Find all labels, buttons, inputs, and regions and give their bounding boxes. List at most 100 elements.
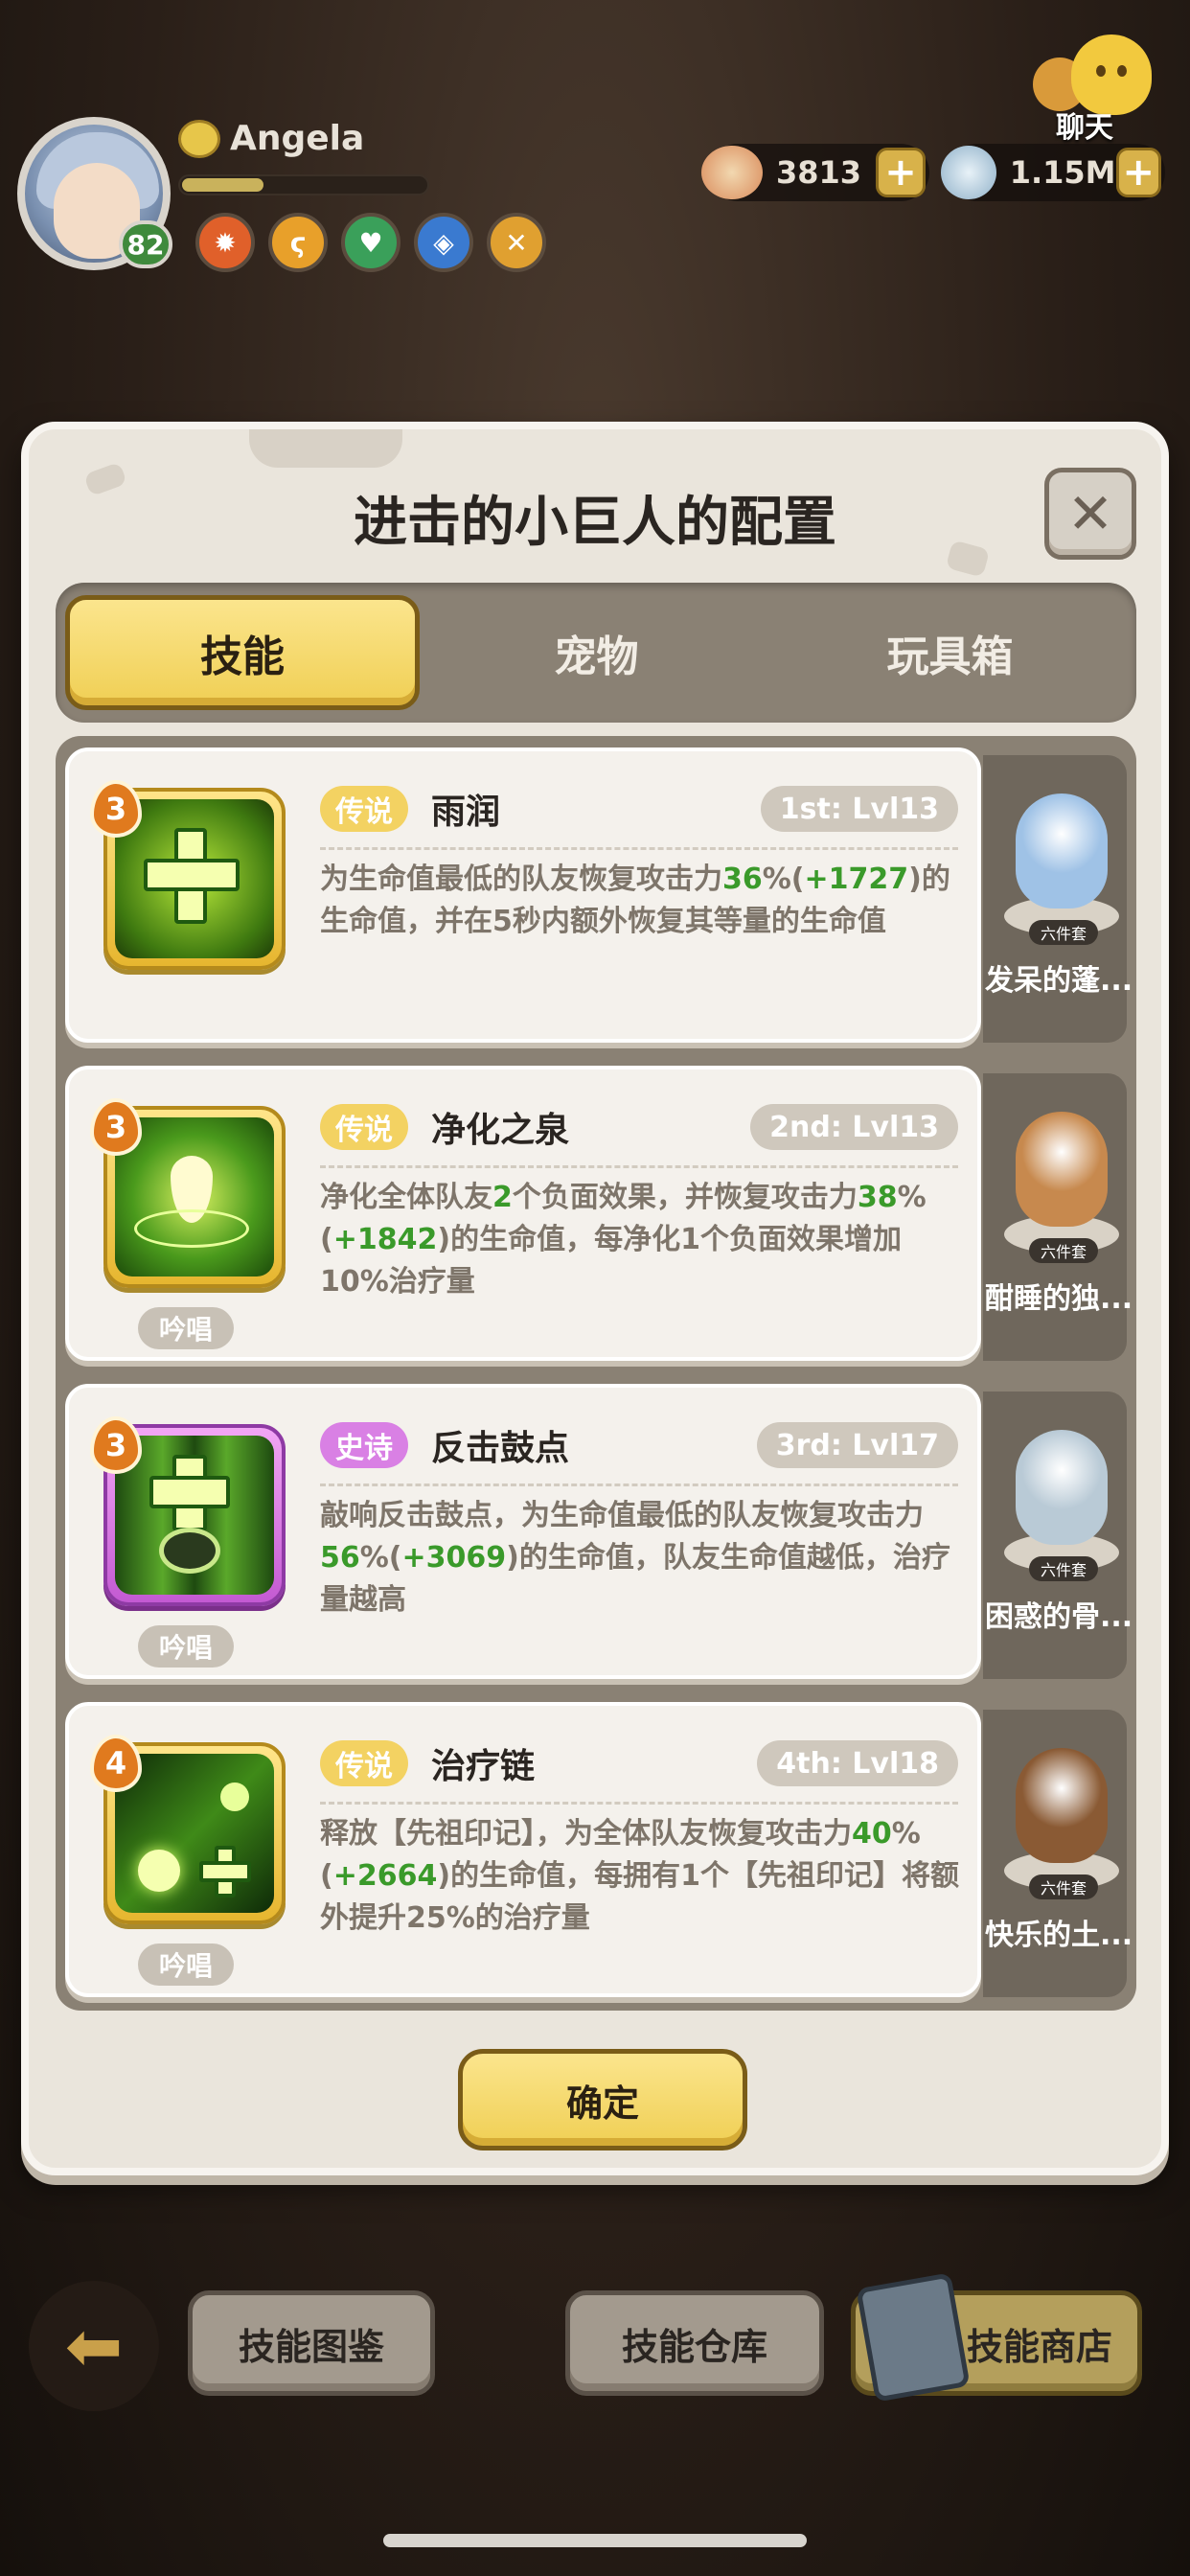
skill-list: 3 传说 雨润 1st: Lvl13 为生命值最低的队友恢复攻击力36%(+17… (56, 736, 1136, 2011)
equipped-pet[interactable]: 六件套 快乐的土... (983, 1710, 1133, 1997)
highlight-value: 40 (852, 1817, 892, 1851)
skill-card[interactable]: 3 吟唱 史诗 反击鼓点 3rd: Lvl17 敲响反击鼓点，为生命值最低的队友… (65, 1384, 981, 1679)
description-text: %( (762, 862, 805, 896)
skill-row: 3 吟唱 史诗 反击鼓点 3rd: Lvl17 敲响反击鼓点，为生命值最低的队友… (65, 1384, 1133, 1689)
pet-figure-icon (1016, 1748, 1108, 1863)
tab-pets[interactable]: 宠物 (420, 595, 773, 710)
fire-buff-icon[interactable]: ✹ (195, 213, 255, 272)
shop-machine-icon (856, 2272, 971, 2403)
xp-bar (178, 174, 429, 196)
skill-storage-button[interactable]: 技能仓库 (565, 2290, 824, 2396)
description-text: 释放【先祖印记】，为全体队友恢复攻击力 (320, 1817, 852, 1851)
cross-shape (149, 1476, 230, 1508)
rarity-badge: 传说 (320, 1740, 408, 1786)
rarity-badge: 史诗 (320, 1422, 408, 1468)
tab-toybox[interactable]: 玩具箱 (773, 595, 1127, 710)
description-text: 为生命值最低的队友恢复攻击力 (320, 862, 722, 896)
skill-shop-label: 技能商店 (966, 2325, 1112, 2368)
close-icon: ✕ (1066, 481, 1114, 546)
skill-shop-button[interactable]: 技能商店 (851, 2272, 1142, 2403)
cross-shape (199, 1861, 251, 1882)
currency-pearl: 1.15M + (941, 144, 1165, 201)
xp-bar-fill (182, 178, 264, 192)
highlight-value: +1842 (332, 1223, 438, 1256)
player-name: Angela (230, 119, 365, 158)
tab-bar: 技能 宠物 玩具箱 (56, 583, 1136, 723)
skill-card[interactable]: 4 吟唱 传说 治疗链 4th: Lvl18 释放【先祖印记】，为全体队友恢复攻… (65, 1702, 981, 1997)
top-hud: 82 Angela ✹ ϛ ♥ ◈ ✕ 3813 + 1.15M + 聊天 (0, 0, 1190, 288)
swirl-buff-icon[interactable]: ϛ (268, 213, 328, 272)
skill-description: 净化全体队友2个负面效果，并恢复攻击力38%(+1842)的生命值，每净化1个负… (320, 1177, 962, 1303)
equipped-pet[interactable]: 六件套 困惑的骨... (983, 1392, 1133, 1679)
skill-name: 雨润 (431, 793, 501, 832)
pet-name: 困惑的骨... (985, 1600, 1133, 1634)
highlight-value: +3069 (401, 1541, 507, 1575)
heart-buff-icon[interactable]: ♥ (341, 213, 400, 272)
currency-shell-value: 3813 (776, 154, 862, 191)
bottom-bar: ⬅ 技能图鉴 技能仓库 技能商店 (0, 2262, 1190, 2434)
chat-label: 聊天 (1056, 111, 1113, 145)
set-label: 六件套 (1029, 1874, 1098, 1899)
skill-description: 释放【先祖印记】，为全体队友恢复攻击力40%(+2664)的生命值，每拥有1个【… (320, 1813, 962, 1940)
pet-name: 发呆的蓬... (985, 964, 1133, 998)
drum-shape (159, 1528, 220, 1574)
player-name-row: Angela (178, 119, 364, 158)
set-label: 六件套 (1029, 1556, 1098, 1581)
skill-row: 4 吟唱 传说 治疗链 4th: Lvl18 释放【先祖印记】，为全体队友恢复攻… (65, 1702, 1133, 2007)
rarity-badge: 传说 (320, 786, 408, 832)
divider (320, 1165, 958, 1168)
loadout-modal: 进击的小巨人的配置 ✕ 技能 宠物 玩具箱 3 传说 雨润 1st: Lvl13… (21, 422, 1169, 2175)
skill-card[interactable]: 3 传说 雨润 1st: Lvl13 为生命值最低的队友恢复攻击力36%(+17… (65, 748, 981, 1043)
skill-row: 3 吟唱 传说 净化之泉 2nd: Lvl13 净化全体队友2个负面效果，并恢复… (65, 1066, 1133, 1370)
description-text: 个负面效果，并恢复攻击力 (512, 1181, 858, 1214)
divider (320, 1484, 958, 1486)
skill-card[interactable]: 3 吟唱 传说 净化之泉 2nd: Lvl13 净化全体队友2个负面效果，并恢复… (65, 1066, 981, 1361)
skill-description: 敲响反击鼓点，为生命值最低的队友恢复攻击力56%(+3069)的生命值，队友生命… (320, 1495, 962, 1622)
currency-shell: 3813 + (701, 144, 929, 201)
add-shell-button[interactable]: + (876, 148, 926, 197)
chant-tag: 吟唱 (138, 1307, 234, 1349)
skill-name: 反击鼓点 (431, 1429, 570, 1468)
highlight-value: 38 (857, 1181, 898, 1214)
pet-figure-icon (1016, 1112, 1108, 1227)
equipped-pet[interactable]: 六件套 发呆的蓬... (983, 755, 1133, 1043)
highlight-value: 36 (722, 862, 763, 896)
chant-tag: 吟唱 (138, 1944, 234, 1986)
emote-icon (178, 119, 220, 158)
highlight-value: +2664 (332, 1859, 438, 1893)
add-pearl-button[interactable]: + (1115, 148, 1161, 197)
skill-row: 3 传说 雨润 1st: Lvl13 为生命值最低的队友恢复攻击力36%(+17… (65, 748, 1133, 1052)
close-button[interactable]: ✕ (1044, 468, 1136, 560)
skill-catalog-button[interactable]: 技能图鉴 (188, 2290, 435, 2396)
slot-level-badge: 3rd: Lvl17 (756, 1422, 958, 1468)
divider (320, 1802, 958, 1805)
description-text: %( (359, 1541, 402, 1575)
set-label: 六件套 (1029, 920, 1098, 945)
crossed-weapons-buff-icon[interactable]: ✕ (487, 213, 546, 272)
buff-row: ✹ ϛ ♥ ◈ ✕ (195, 213, 546, 272)
highlight-value: +1727 (804, 862, 909, 896)
confirm-button[interactable]: 确定 (458, 2049, 747, 2150)
chain-node-shape (138, 1850, 180, 1892)
rarity-badge: 传说 (320, 1104, 408, 1150)
skill-name: 治疗链 (431, 1747, 536, 1786)
slot-level-badge: 1st: Lvl13 (760, 786, 958, 832)
modal-title: 进击的小巨人的配置 (354, 492, 836, 554)
description-text: 净化全体队友 (320, 1181, 492, 1214)
back-arrow-icon: ⬅ (64, 2306, 124, 2386)
description-text: 敲响反击鼓点，为生命值最低的队友恢复攻击力 (320, 1499, 924, 1532)
chat-button[interactable]: 聊天 (1033, 34, 1167, 145)
player-level-badge: 82 (119, 220, 172, 268)
ripple-shape (134, 1209, 249, 1248)
slot-level-badge: 2nd: Lvl13 (750, 1104, 958, 1150)
highlight-value: 2 (492, 1181, 513, 1214)
highlight-value: 56 (320, 1541, 360, 1575)
back-button[interactable]: ⬅ (29, 2281, 159, 2411)
equipped-pet[interactable]: 六件套 酣睡的独... (983, 1073, 1133, 1361)
decor-bone (249, 429, 402, 468)
shield-buff-icon[interactable]: ◈ (414, 213, 473, 272)
tab-skills[interactable]: 技能 (65, 595, 420, 710)
slot-level-badge: 4th: Lvl18 (757, 1740, 958, 1786)
skill-name: 净化之泉 (431, 1111, 570, 1150)
currency-pearl-value: 1.15M (1009, 154, 1116, 191)
